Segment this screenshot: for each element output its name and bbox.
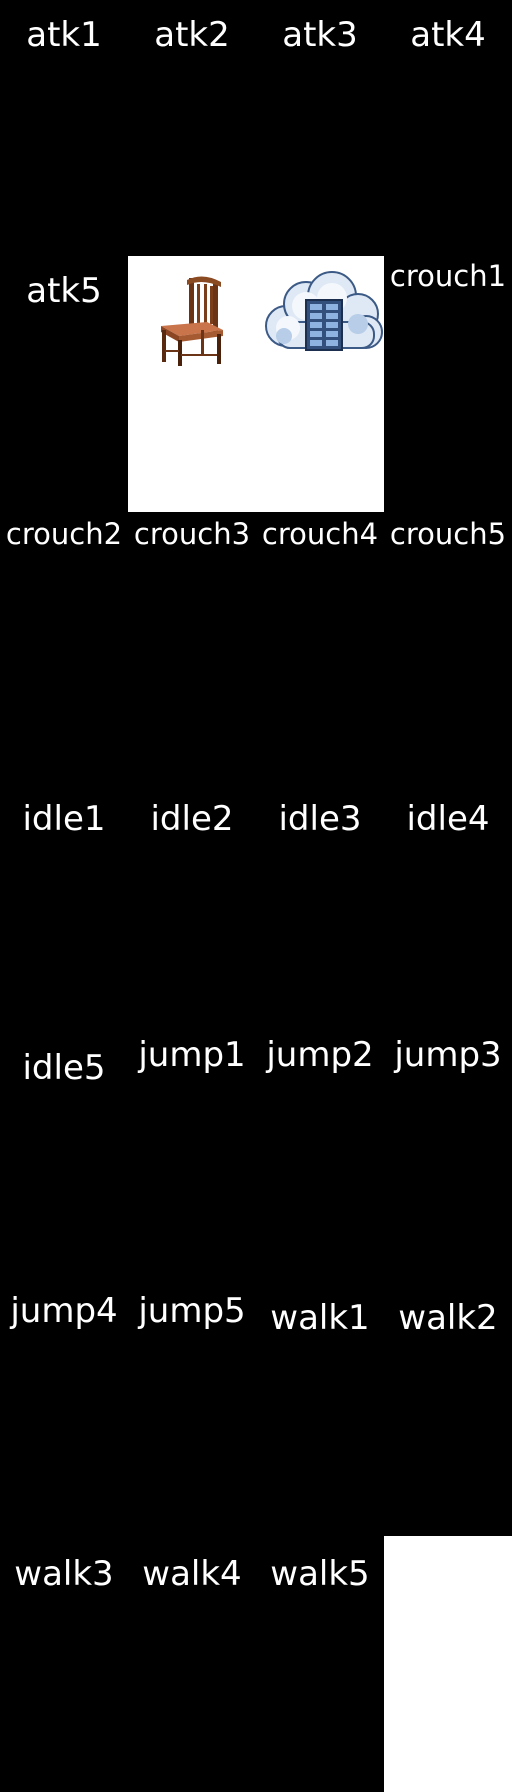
frame-label: walk5 xyxy=(270,1554,370,1594)
sprite-sheet: atk1 atk2 atk3 atk4 atk5 crouch1 crouch2… xyxy=(0,0,512,1792)
frame-atk3: atk3 xyxy=(256,0,384,256)
frame-idle2: idle2 xyxy=(128,768,256,1024)
frame-idle1: idle1 xyxy=(0,768,128,1024)
cloud-server-icon xyxy=(265,271,383,351)
frame-label: idle2 xyxy=(150,799,234,839)
frame-crouch4: crouch4 xyxy=(256,512,384,768)
frame-walk3: walk3 xyxy=(0,1536,128,1792)
frame-crouch5: crouch5 xyxy=(384,512,512,768)
chair-icon xyxy=(161,276,223,366)
frame-label: idle3 xyxy=(278,799,362,839)
frame-label: idle1 xyxy=(22,799,106,839)
frame-atk2: atk2 xyxy=(128,0,256,256)
frame-cloud xyxy=(256,256,384,512)
frame-label: atk2 xyxy=(154,15,230,55)
frame-label: atk1 xyxy=(26,15,102,55)
frame-jump3: jump3 xyxy=(384,1024,512,1280)
frame-jump1: jump1 xyxy=(128,1024,256,1280)
frame-label: walk4 xyxy=(142,1554,242,1594)
frame-label: jump1 xyxy=(138,1035,246,1075)
frame-label: crouch1 xyxy=(389,259,507,293)
frame-crouch3: crouch3 xyxy=(128,512,256,768)
frame-atk1: atk1 xyxy=(0,0,128,256)
frame-label: idle4 xyxy=(406,799,490,839)
frame-walk5: walk5 xyxy=(256,1536,384,1792)
frame-label: atk4 xyxy=(410,15,486,55)
frame-jump4: jump4 xyxy=(0,1280,128,1536)
frame-label: idle5 xyxy=(22,1048,106,1088)
frame-idle5: idle5 xyxy=(0,1024,128,1280)
frame-label: jump5 xyxy=(138,1291,246,1331)
frame-label: jump3 xyxy=(394,1035,502,1075)
frame-label: crouch3 xyxy=(133,517,251,551)
frame-walk1: walk1 xyxy=(256,1280,384,1536)
frame-label: walk3 xyxy=(14,1554,114,1594)
frame-label: atk3 xyxy=(282,15,358,55)
frame-label: crouch4 xyxy=(261,517,379,551)
frame-label: atk5 xyxy=(26,271,102,311)
frame-idle4: idle4 xyxy=(384,768,512,1024)
frame-atk4: atk4 xyxy=(384,0,512,256)
frame-label: walk2 xyxy=(398,1298,498,1338)
frame-jump5: jump5 xyxy=(128,1280,256,1536)
frame-crouch1: crouch1 xyxy=(384,256,512,512)
frame-chair xyxy=(128,256,256,512)
frame-crouch2: crouch2 xyxy=(0,512,128,768)
frame-label: jump4 xyxy=(10,1291,118,1331)
frame-label: jump2 xyxy=(266,1035,374,1075)
frame-label: crouch5 xyxy=(389,517,507,551)
frame-label: crouch2 xyxy=(5,517,123,551)
frame-label: walk1 xyxy=(270,1298,370,1338)
frame-walk2: walk2 xyxy=(384,1280,512,1536)
frame-idle3: idle3 xyxy=(256,768,384,1024)
frame-empty xyxy=(384,1536,512,1792)
frame-jump2: jump2 xyxy=(256,1024,384,1280)
frame-atk5: atk5 xyxy=(0,256,128,512)
frame-walk4: walk4 xyxy=(128,1536,256,1792)
